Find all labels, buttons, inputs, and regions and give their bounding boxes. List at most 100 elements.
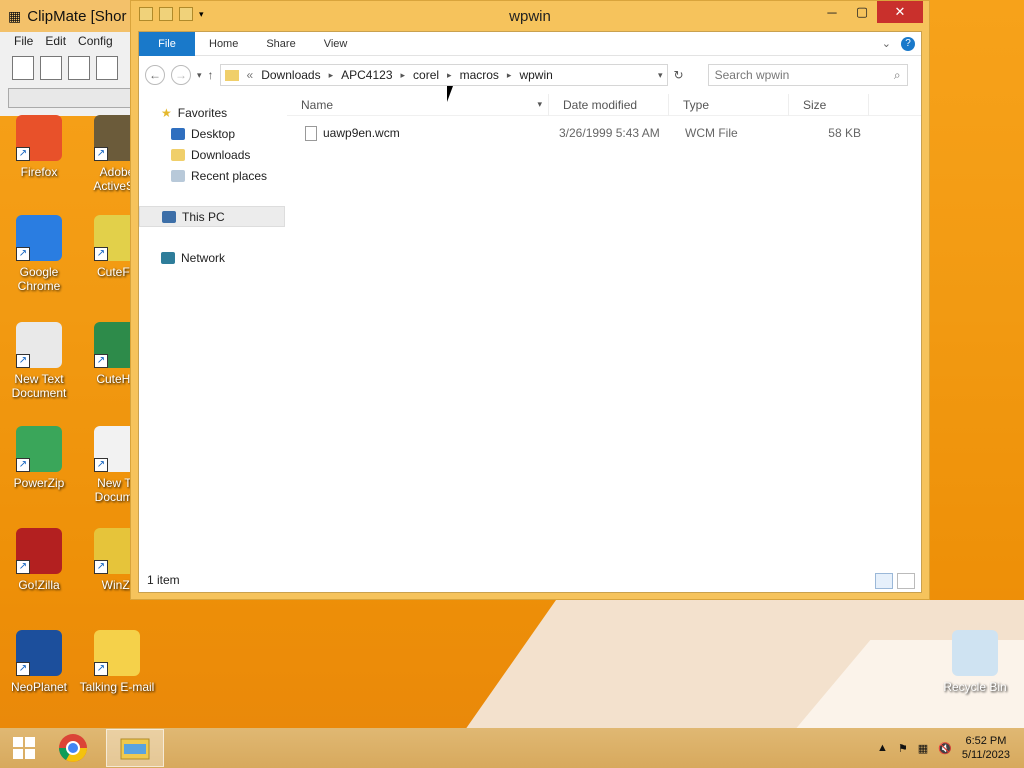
desktop-icon-neoplanet[interactable]: ↗ NeoPlanet	[0, 630, 78, 694]
breadcrumb-corel[interactable]: corel	[413, 68, 439, 82]
column-type[interactable]: Type	[669, 93, 789, 116]
clipmate-app-icon: ▦	[8, 7, 22, 24]
navigation-bar: ← → ▾ ↑ « Downloads ▸ APC4123 ▸ corel ▸ mac…	[139, 56, 921, 94]
address-bar[interactable]: « Downloads ▸ APC4123 ▸ corel ▸ macros ▸ wpw…	[219, 64, 668, 86]
column-name[interactable]: Name ▾	[287, 93, 549, 116]
desktop-icon-recycle[interactable]: Recycle Bin	[936, 630, 1014, 694]
network-status-icon[interactable]: ▦	[918, 742, 928, 755]
recent-locations-icon[interactable]: ▾	[197, 70, 202, 81]
firefox-icon: ↗	[16, 115, 62, 161]
file-icon	[305, 125, 317, 141]
mouse-cursor-icon	[447, 86, 459, 102]
status-bar: 1 item	[139, 568, 921, 592]
network-icon	[161, 251, 175, 264]
edit-note-icon[interactable]	[40, 56, 62, 80]
help-icon[interactable]: ?	[901, 36, 915, 51]
refresh-button[interactable]: ↻	[674, 68, 684, 82]
clock-time: 6:52 PM	[965, 735, 1007, 747]
clipmate-menu-config[interactable]: Config	[78, 34, 113, 48]
breadcrumb-macros[interactable]: macros	[460, 68, 499, 82]
close-button[interactable]: ✕	[877, 1, 923, 23]
desktop-icon-label: Recycle Bin	[943, 680, 1007, 694]
up-button[interactable]: ↑	[208, 68, 214, 82]
tab-home[interactable]: Home	[195, 38, 252, 50]
ribbon: File Home Share View ⌄ ?	[139, 31, 921, 56]
nav-this-pc[interactable]: This PC	[139, 206, 285, 227]
address-dropdown-icon[interactable]: ▾	[658, 70, 663, 81]
nav-desktop[interactable]: Desktop	[139, 123, 285, 144]
clipmate-status-area	[8, 88, 138, 108]
gozilla-icon: ↗	[16, 528, 62, 574]
desktop-icon-gozilla[interactable]: ↗ Go!Zilla	[0, 528, 78, 592]
breadcrumb-apc4123[interactable]: APC4123	[341, 68, 392, 82]
file-type: WCM File	[685, 126, 738, 140]
nav-network[interactable]: Network	[139, 247, 285, 268]
breadcrumb-separator-icon[interactable]: ▸	[401, 70, 406, 81]
item-count: 1 item	[147, 573, 180, 587]
powerzip-icon: ↗	[16, 426, 62, 472]
volume-muted-icon[interactable]: 🔇	[938, 742, 952, 755]
desktop-icon-newtext[interactable]: ↗ New Text Document	[0, 322, 78, 400]
file-row[interactable]: uawp9en.wcm 3/26/1999 5:43 AM WCM File 5…	[287, 122, 921, 144]
search-icon[interactable]: ⌕	[894, 68, 901, 83]
settings-document-icon: ↗	[16, 322, 62, 368]
search-box[interactable]: Search wpwin ⌕	[707, 64, 908, 86]
column-date-label: Date modified	[563, 97, 638, 112]
clipmate-menu-edit[interactable]: Edit	[45, 34, 66, 48]
column-date[interactable]: Date modified	[549, 93, 669, 116]
breadcrumb-separator-icon[interactable]: ▸	[447, 70, 452, 81]
column-dropdown-icon[interactable]: ▾	[537, 99, 542, 110]
breadcrumb-downloads[interactable]: Downloads	[261, 68, 320, 82]
search-placeholder: Search wpwin	[714, 68, 790, 82]
minimize-button[interactable]: ─	[817, 1, 847, 23]
taskbar-chrome[interactable]	[48, 729, 98, 767]
clipmate-menu-file[interactable]: File	[14, 34, 33, 48]
clock[interactable]: 6:52 PM 5/11/2023	[962, 734, 1010, 762]
breadcrumb-wpwin[interactable]: wpwin	[519, 68, 552, 82]
clipmate-window[interactable]: ▦ ClipMate [Shor File Edit Config	[0, 0, 140, 116]
shortcut-arrow-icon: ↗	[94, 662, 108, 676]
desktop-icon-label: New Text Document	[11, 372, 67, 400]
back-button[interactable]: ←	[145, 65, 165, 85]
expand-ribbon-icon[interactable]: ⌄	[882, 37, 891, 50]
desktop-icon-powerzip[interactable]: ↗ PowerZip	[0, 426, 78, 490]
desktop-icon-talking[interactable]: ↗ Talking E-mail	[78, 630, 156, 694]
tab-view[interactable]: View	[310, 38, 362, 50]
shortcut-arrow-icon: ↗	[16, 560, 30, 574]
shortcut-arrow-icon: ↗	[94, 458, 108, 472]
nav-recent-places[interactable]: Recent places	[139, 165, 285, 186]
desktop-icon-label: NeoPlanet	[10, 680, 68, 694]
maximize-button[interactable]: ▢	[847, 1, 877, 23]
tab-share[interactable]: Share	[252, 38, 309, 50]
nav-favorites[interactable]: ★ Favorites	[139, 102, 285, 123]
breadcrumb-separator-icon[interactable]: ▸	[507, 70, 512, 81]
show-hidden-icons-icon[interactable]: ▲	[877, 742, 888, 754]
taskbar-file-explorer[interactable]	[106, 729, 164, 767]
explorer-body: ★ Favorites Desktop Downloads Recent pla…	[139, 93, 921, 592]
view-switcher	[875, 573, 915, 589]
system-tray: ▲ ⚑ ▦ 🔇 6:52 PM 5/11/2023	[877, 734, 1024, 762]
toolbar-tool-icon[interactable]	[96, 56, 118, 80]
desktop-icon-chrome[interactable]: ↗ Google Chrome	[0, 215, 78, 293]
printer-icon[interactable]	[68, 56, 90, 80]
nav-downloads[interactable]: Downloads	[139, 144, 285, 165]
desktop-icon-firefox[interactable]: ↗ Firefox	[0, 115, 78, 179]
clock-date: 5/11/2023	[961, 749, 1010, 761]
desktop-icon	[171, 127, 185, 140]
action-center-flag-icon[interactable]: ⚑	[898, 742, 908, 755]
details-view-icon[interactable]	[875, 573, 893, 589]
large-icons-view-icon[interactable]	[897, 573, 915, 589]
file-tab[interactable]: File	[139, 31, 195, 56]
column-size[interactable]: Size	[789, 93, 869, 116]
nav-desktop-label: Desktop	[191, 126, 236, 141]
breadcrumb-overflow[interactable]: «	[247, 68, 254, 82]
explorer-window[interactable]: ▾ wpwin ─ ▢ ✕ File Home Share View ⌄ ? ←…	[130, 0, 930, 600]
explorer-title-bar[interactable]: ▾ wpwin ─ ▢ ✕	[131, 1, 929, 31]
shortcut-arrow-icon: ↗	[16, 662, 30, 676]
clipboard-toggle-icon[interactable]	[12, 56, 34, 80]
taskbar: ▲ ⚑ ▦ 🔇 6:52 PM 5/11/2023	[0, 728, 1024, 768]
breadcrumb-separator-icon[interactable]: ▸	[329, 70, 334, 81]
clipmate-title-bar[interactable]: ▦ ClipMate [Shor	[0, 0, 139, 32]
forward-button[interactable]: →	[171, 65, 191, 85]
start-button[interactable]	[0, 728, 48, 768]
